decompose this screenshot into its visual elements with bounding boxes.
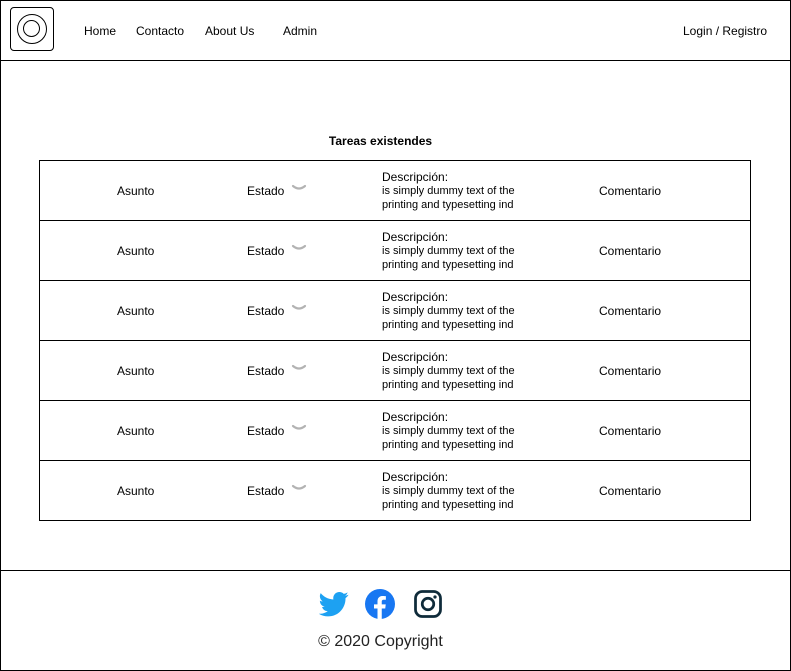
descripcion-text-line-2: printing and typesetting ind xyxy=(382,259,514,271)
asunto-cell: Asunto xyxy=(117,244,155,258)
estado-select-label[interactable]: Estado xyxy=(247,424,284,438)
descripcion-label: Descripción: xyxy=(382,230,449,244)
twitter-icon[interactable] xyxy=(318,589,349,619)
comentario-cell: Comentario xyxy=(599,244,662,258)
estado-select-label[interactable]: Estado xyxy=(247,484,284,498)
asunto-cell: Asunto xyxy=(117,184,155,198)
asunto-cell: Asunto xyxy=(117,424,155,438)
descripcion-label: Descripción: xyxy=(382,410,449,424)
table-row: Asunto Estado Descripción: is simply dummy … xyxy=(40,220,750,280)
instagram-icon[interactable] xyxy=(413,589,443,619)
descripcion-text-line-2: printing and typesetting ind xyxy=(382,379,514,391)
page-frame: Home Contacto About Us Admin Login / Reg… xyxy=(0,0,791,671)
estado-select-label[interactable]: Estado xyxy=(247,364,284,378)
descripcion-cell: Descripción: is simply dummy text of the p… xyxy=(382,350,515,392)
page-title: Tareas existendes xyxy=(328,134,433,148)
nav-login-link[interactable]: Login / Registro xyxy=(683,24,767,38)
table-row: Asunto Estado Descripción: is simply dummy … xyxy=(40,340,750,400)
comentario-cell: Comentario xyxy=(599,304,662,318)
facebook-icon[interactable] xyxy=(365,589,395,619)
chevron-down-icon[interactable] xyxy=(291,182,307,194)
header: Home Contacto About Us Admin Login / Reg… xyxy=(1,1,790,61)
copyright-text: © 2020 Copyright xyxy=(318,633,443,650)
descripcion-text-line-1: is simply dummy text of the xyxy=(382,305,515,317)
descripcion-label: Descripción: xyxy=(382,350,449,364)
table-row: Asunto Estado Descripción: is simply dummy … xyxy=(40,280,750,340)
chevron-down-icon[interactable] xyxy=(291,482,307,494)
comentario-cell: Comentario xyxy=(599,364,662,378)
comentario-cell: Comentario xyxy=(599,184,662,198)
chevron-down-icon[interactable] xyxy=(291,422,307,434)
descripcion-text-line-1: is simply dummy text of the xyxy=(382,245,515,257)
chevron-down-icon[interactable] xyxy=(291,362,307,374)
descripcion-text-line-1: is simply dummy text of the xyxy=(382,485,515,497)
descripcion-cell: Descripción: is simply dummy text of the p… xyxy=(382,470,515,512)
tasks-table: Asunto Estado Descripción: is simply dummy … xyxy=(39,160,751,521)
descripcion-text-line-1: is simply dummy text of the xyxy=(382,365,515,377)
descripcion-label: Descripción: xyxy=(382,290,449,304)
estado-select-label[interactable]: Estado xyxy=(247,184,284,198)
descripcion-text-line-1: is simply dummy text of the xyxy=(382,185,515,197)
estado-select-label[interactable]: Estado xyxy=(247,304,284,318)
descripcion-cell: Descripción: is simply dummy text of the p… xyxy=(382,170,515,212)
descripcion-cell: Descripción: is simply dummy text of the p… xyxy=(382,230,515,272)
descripcion-text-line-1: is simply dummy text of the xyxy=(382,425,515,437)
nav-about-link[interactable]: About Us xyxy=(205,24,254,38)
table-row: Asunto Estado Descripción: is simply dummy … xyxy=(40,460,750,520)
descripcion-text-line-2: printing and typesetting ind xyxy=(382,199,514,211)
descripcion-text-line-2: printing and typesetting ind xyxy=(382,319,514,331)
comentario-cell: Comentario xyxy=(599,484,662,498)
chevron-down-icon[interactable] xyxy=(291,242,307,254)
logo-lens-inner xyxy=(23,20,40,37)
descripcion-cell: Descripción: is simply dummy text of the p… xyxy=(382,290,515,332)
table-row: Asunto Estado Descripción: is simply dummy … xyxy=(40,161,750,220)
table-row: Asunto Estado Descripción: is simply dummy … xyxy=(40,400,750,460)
footer: © 2020 Copyright xyxy=(1,570,790,671)
nav-contacto-link[interactable]: Contacto xyxy=(136,24,184,38)
descripcion-cell: Descripción: is simply dummy text of the p… xyxy=(382,410,515,452)
asunto-cell: Asunto xyxy=(117,364,155,378)
nav-home-link[interactable]: Home xyxy=(84,24,116,38)
descripcion-text-line-2: printing and typesetting ind xyxy=(382,499,514,511)
descripcion-text-line-2: printing and typesetting ind xyxy=(382,439,514,451)
logo-lens xyxy=(17,14,47,44)
logo-camera-icon[interactable] xyxy=(10,7,54,51)
chevron-down-icon[interactable] xyxy=(291,302,307,314)
descripcion-label: Descripción: xyxy=(382,170,449,184)
asunto-cell: Asunto xyxy=(117,484,155,498)
asunto-cell: Asunto xyxy=(117,304,155,318)
descripcion-label: Descripción: xyxy=(382,470,449,484)
comentario-cell: Comentario xyxy=(599,424,662,438)
estado-select-label[interactable]: Estado xyxy=(247,244,284,258)
nav-admin-link[interactable]: Admin xyxy=(283,24,317,38)
